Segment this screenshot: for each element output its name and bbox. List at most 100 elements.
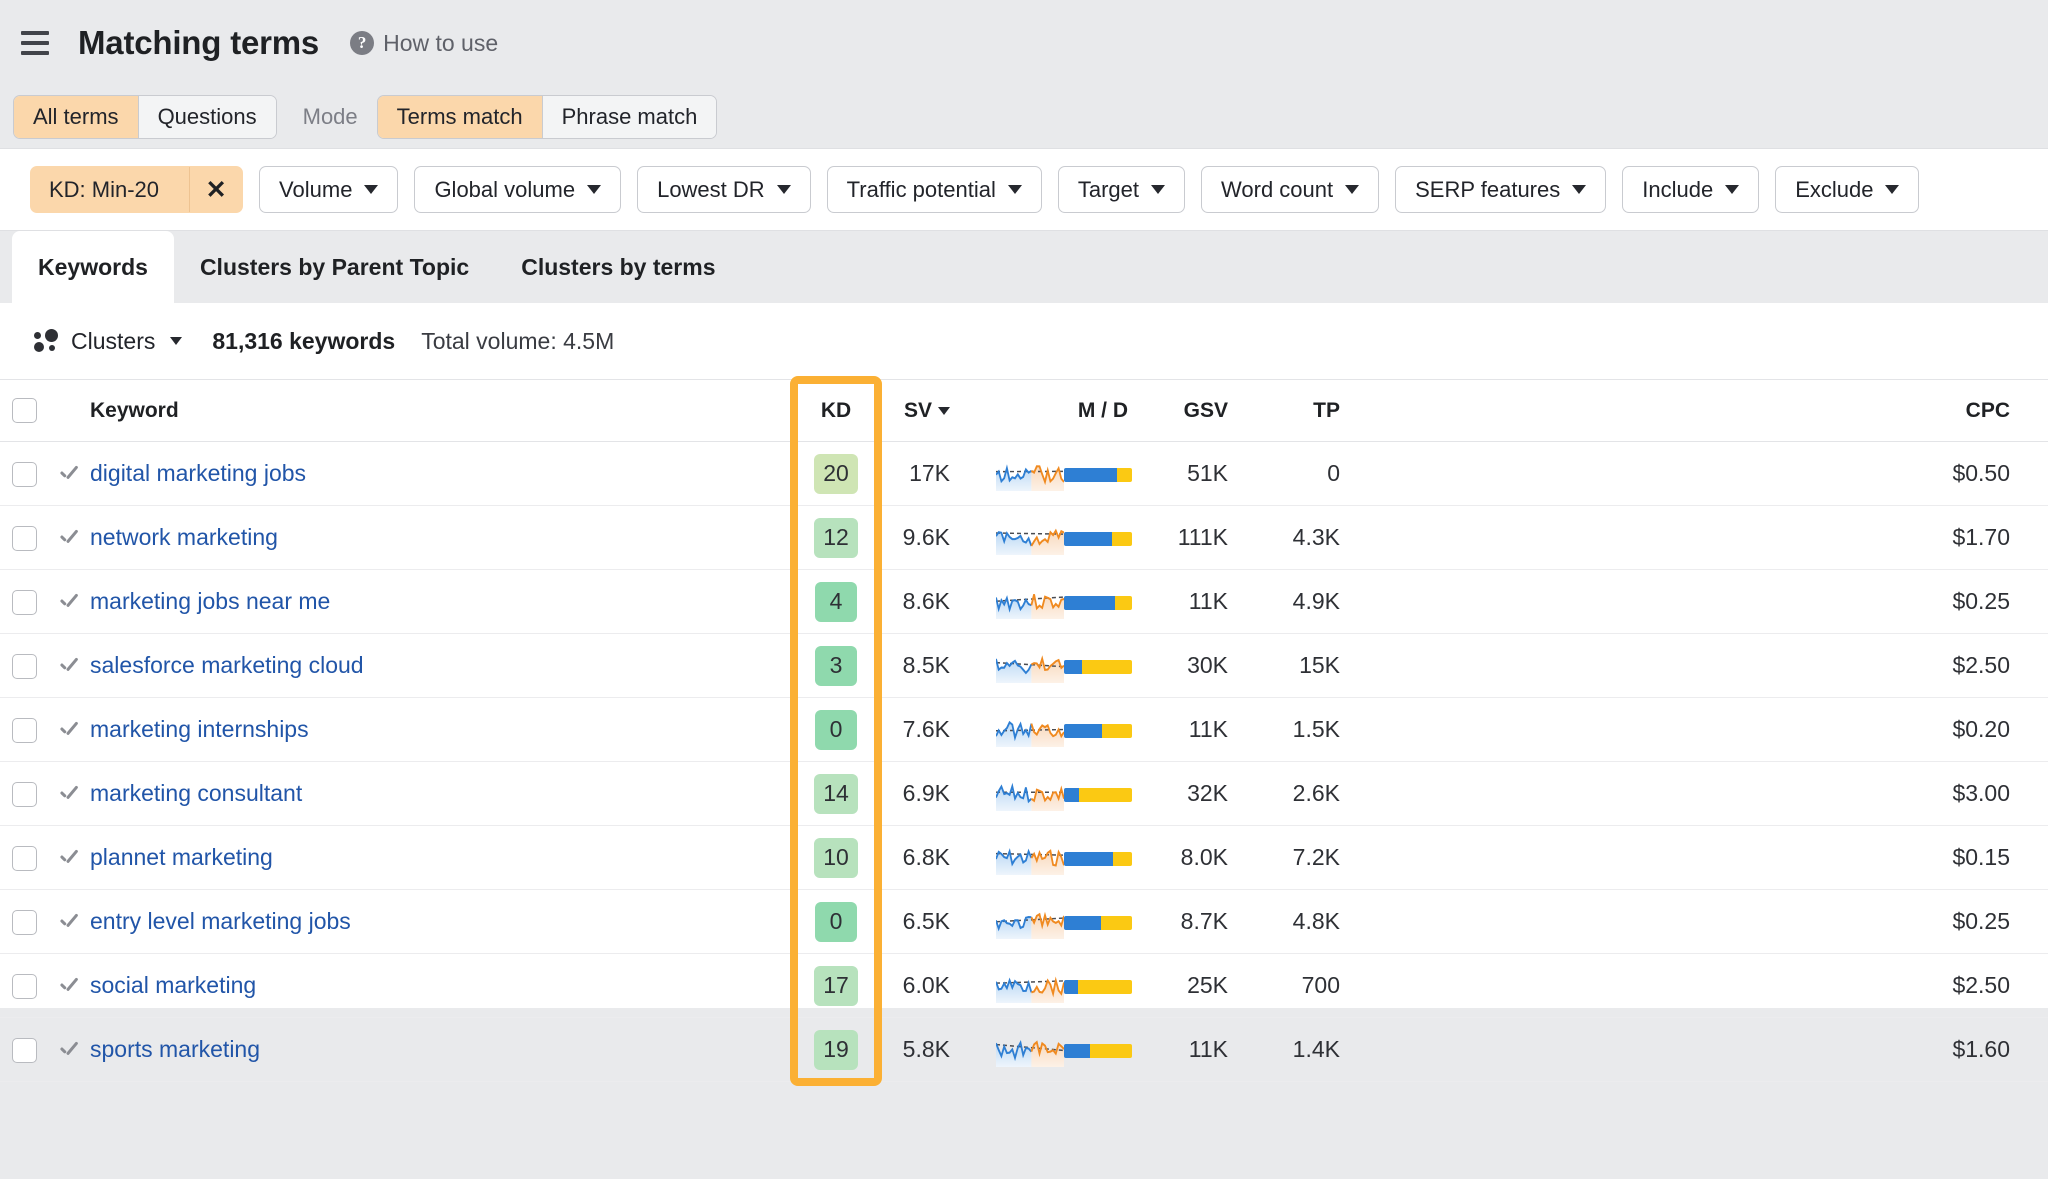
keyword-link[interactable]: marketing jobs near me xyxy=(90,588,330,614)
chevron-down-icon xyxy=(587,185,601,194)
row-checkbox[interactable] xyxy=(12,1038,37,1063)
column-header-tp[interactable]: TP xyxy=(1232,380,1344,442)
row-checkbox[interactable] xyxy=(12,526,37,551)
keyword-link[interactable]: social marketing xyxy=(90,972,256,998)
toggle-terms-match[interactable]: Terms match xyxy=(378,96,542,138)
table-row[interactable]: digital marketing jobs 20 17K xyxy=(0,442,2048,506)
gsv-cell: 32K xyxy=(1154,762,1232,826)
table-row[interactable]: sports marketing 19 5.8K 11K xyxy=(0,1018,2048,1082)
filter-chip-volume[interactable]: Volume xyxy=(259,166,398,213)
how-to-use-label: How to use xyxy=(383,30,498,57)
mobile-desktop-bar xyxy=(1064,468,1132,482)
chevron-down-icon xyxy=(1345,185,1359,194)
filter-chip-kd-applied[interactable]: KD: Min-20 ✕ xyxy=(30,166,243,213)
toggle-phrase-match[interactable]: Phrase match xyxy=(542,96,717,138)
table-row[interactable]: social marketing 17 6.0K 25K xyxy=(0,954,2048,1018)
keyword-link[interactable]: digital marketing jobs xyxy=(90,460,306,486)
table-row[interactable]: marketing internships 0 7.6K xyxy=(0,698,2048,762)
check-icon[interactable] xyxy=(57,719,81,743)
how-to-use-link[interactable]: ? How to use xyxy=(350,30,498,57)
row-checkbox[interactable] xyxy=(12,910,37,935)
select-all-cell xyxy=(0,380,48,442)
row-checkbox[interactable] xyxy=(12,654,37,679)
check-icon[interactable] xyxy=(57,1039,81,1063)
check-icon[interactable] xyxy=(57,655,81,679)
filter-chip-include[interactable]: Include xyxy=(1622,166,1759,213)
row-checkbox[interactable] xyxy=(12,782,37,807)
row-select-cell xyxy=(0,634,48,698)
keyword-cell: network marketing xyxy=(90,506,794,570)
keyword-link[interactable]: plannet marketing xyxy=(90,844,273,870)
check-icon[interactable] xyxy=(57,527,81,551)
filter-chip-serp-features[interactable]: SERP features xyxy=(1395,166,1606,213)
kd-badge: 17 xyxy=(814,966,858,1006)
tab-clusters-by-parent-topic[interactable]: Clusters by Parent Topic xyxy=(174,231,495,303)
mobile-share-segment xyxy=(1064,660,1082,674)
filter-chip-word-count-label: Word count xyxy=(1221,177,1333,203)
tp-cell: 4.9K xyxy=(1232,570,1344,634)
tab-keywords[interactable]: Keywords xyxy=(12,231,174,303)
check-icon[interactable] xyxy=(57,591,81,615)
table-row[interactable]: marketing consultant 14 6.9K xyxy=(0,762,2048,826)
mobile-share-segment xyxy=(1064,852,1113,866)
filter-chip-lowest-dr[interactable]: Lowest DR xyxy=(637,166,811,213)
column-header-sv[interactable]: SV xyxy=(878,380,956,442)
keyword-cell: marketing internships xyxy=(90,698,794,762)
select-all-checkbox[interactable] xyxy=(12,398,37,423)
hamburger-icon[interactable] xyxy=(12,20,58,66)
toggle-questions[interactable]: Questions xyxy=(138,96,276,138)
filter-chip-traffic-potential[interactable]: Traffic potential xyxy=(827,166,1042,213)
row-checkbox[interactable] xyxy=(12,462,37,487)
table-row[interactable]: salesforce marketing cloud 3 8.5K xyxy=(0,634,2048,698)
column-header-sv-label: SV xyxy=(904,399,932,422)
filter-chip-exclude[interactable]: Exclude xyxy=(1775,166,1919,213)
row-checkbox[interactable] xyxy=(12,974,37,999)
toggle-all-terms[interactable]: All terms xyxy=(14,96,138,138)
table-row[interactable]: network marketing 12 9.6K 11 xyxy=(0,506,2048,570)
close-x-icon[interactable]: ✕ xyxy=(189,167,242,212)
check-icon[interactable] xyxy=(57,911,81,935)
column-header-gsv[interactable]: GSV xyxy=(1154,380,1232,442)
tp-cell: 1.4K xyxy=(1232,1018,1344,1082)
desktop-share-segment xyxy=(1090,1044,1132,1058)
filter-chip-serp-features-label: SERP features xyxy=(1415,177,1560,203)
mobile-share-segment xyxy=(1064,532,1112,546)
row-checkbox[interactable] xyxy=(12,846,37,871)
row-select-cell xyxy=(0,1018,48,1082)
check-icon[interactable] xyxy=(57,847,81,871)
keyword-link[interactable]: salesforce marketing cloud xyxy=(90,652,364,678)
clusters-dropdown[interactable]: Clusters xyxy=(34,328,182,355)
check-icon[interactable] xyxy=(57,975,81,999)
keyword-link[interactable]: marketing consultant xyxy=(90,780,302,806)
column-header-md[interactable]: M / D xyxy=(1064,380,1154,442)
filter-chip-global-volume[interactable]: Global volume xyxy=(414,166,621,213)
cpc-cell: $2.50 xyxy=(1344,634,2048,698)
keyword-link[interactable]: sports marketing xyxy=(90,1036,260,1062)
check-icon[interactable] xyxy=(57,463,81,487)
row-checkbox[interactable] xyxy=(12,590,37,615)
cpc-cell: $1.70 xyxy=(1344,506,2048,570)
kd-badge: 14 xyxy=(814,774,858,814)
row-checkbox[interactable] xyxy=(12,718,37,743)
filter-chip-word-count[interactable]: Word count xyxy=(1201,166,1379,213)
column-header-cpc[interactable]: CPC xyxy=(1344,380,2048,442)
filter-chip-include-label: Include xyxy=(1642,177,1713,203)
keyword-link[interactable]: entry level marketing jobs xyxy=(90,908,351,934)
tab-clusters-by-terms[interactable]: Clusters by terms xyxy=(495,231,741,303)
sv-cell: 6.8K xyxy=(878,826,956,890)
column-header-keyword[interactable]: Keyword xyxy=(90,380,794,442)
kd-badge: 3 xyxy=(815,646,857,686)
keyword-link[interactable]: network marketing xyxy=(90,524,278,550)
check-icon[interactable] xyxy=(57,783,81,807)
gsv-cell: 8.0K xyxy=(1154,826,1232,890)
filter-chip-target[interactable]: Target xyxy=(1058,166,1185,213)
chevron-down-icon xyxy=(1885,185,1899,194)
trend-cell xyxy=(956,762,1064,826)
trend-cell xyxy=(956,634,1064,698)
table-row[interactable]: entry level marketing jobs 0 6.5K xyxy=(0,890,2048,954)
table-row[interactable]: plannet marketing 10 6.8K 8. xyxy=(0,826,2048,890)
table-row[interactable]: marketing jobs near me 4 8.6K xyxy=(0,570,2048,634)
keyword-link[interactable]: marketing internships xyxy=(90,716,309,742)
clusters-dots-icon xyxy=(34,329,60,353)
column-header-kd[interactable]: KD xyxy=(794,380,878,442)
